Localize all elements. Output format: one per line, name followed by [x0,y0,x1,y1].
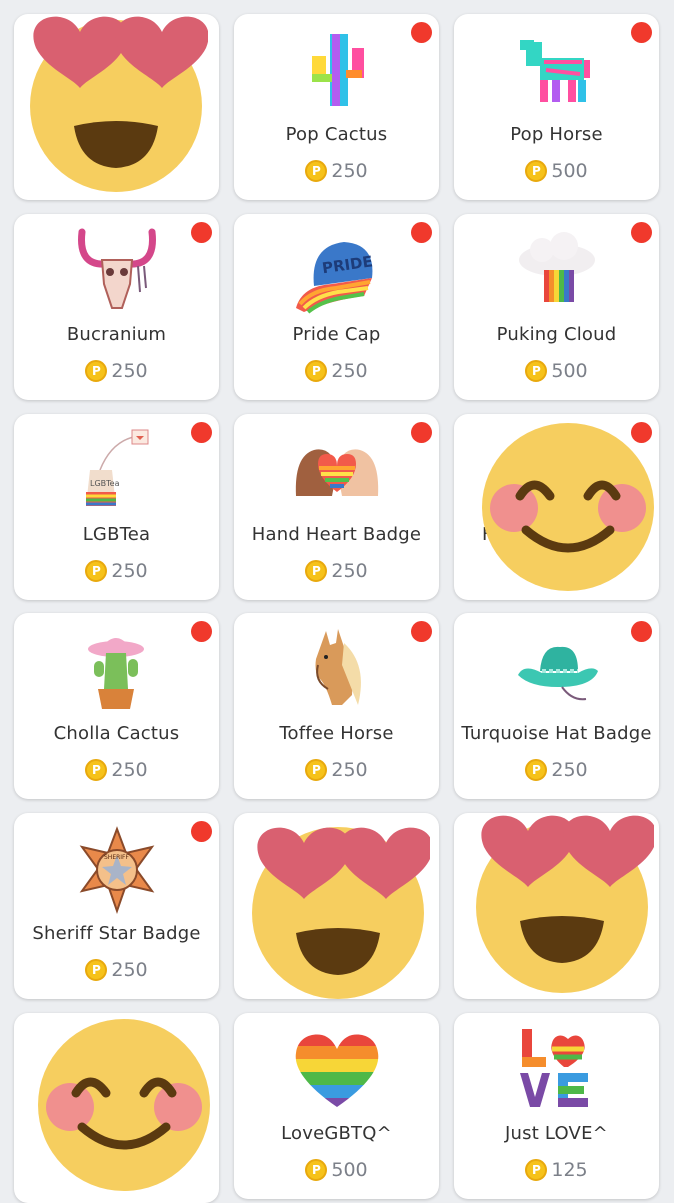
love-letters-icon [512,1025,602,1115]
item-name: Bucranium [66,324,167,345]
item-card-sheriff-star-badge[interactable]: SHERIFF Sheriff Star Badge P 250 [14,813,219,999]
item-name: Puking Cloud [496,324,617,345]
turquoise-hat-icon [512,625,602,715]
item-name: Toffee Horse [279,723,394,744]
item-price: P 250 [234,160,439,182]
toffee-horse-icon [292,625,382,715]
coin-icon: P [305,1159,328,1181]
item-price: P 250 [454,759,659,781]
new-badge [191,621,212,642]
item-card-toffee-horse[interactable]: Toffee Horse P 250 [234,613,439,799]
heart-eyes-emoji-icon [250,821,430,1001]
item-card-cholla-cactus[interactable]: Cholla Cactus P 250 [14,613,219,799]
bucranium-icon [72,226,162,316]
new-badge [411,222,432,243]
coin-icon: P [525,160,548,182]
pride-cap-icon: PRIDE [292,226,382,316]
item-card-just-love[interactable]: Just LOVE^ P 125 [454,1013,659,1199]
item-price: P 250 [234,360,439,382]
item-card[interactable] [234,813,439,999]
item-name: Just LOVE^ [505,1123,608,1144]
item-card[interactable] [14,1013,219,1203]
coin-icon: P [305,560,328,582]
coin-icon: P [85,759,108,781]
sheriff-star-icon: SHERIFF [72,825,162,915]
smiling-blush-emoji-icon [38,1017,214,1193]
coin-icon: P [525,1159,548,1181]
item-card-lovegbtq[interactable]: LoveGBTQ^ P 500 [234,1013,439,1199]
heart-eyes-emoji-icon [28,16,208,196]
item-name: Sheriff Star Badge [32,923,201,944]
coin-icon: P [85,560,108,582]
item-card-bucranium[interactable]: Bucranium P 250 [14,214,219,400]
new-badge [191,222,212,243]
item-card-pop-horse[interactable]: Pop Horse P 500 [454,14,659,200]
item-name: LoveGBTQ^ [281,1123,392,1144]
coin-icon: P [85,959,108,981]
new-badge [191,821,212,842]
item-price: P 250 [234,560,439,582]
item-name: Pride Cap [292,324,381,345]
item-card[interactable] [454,813,659,999]
coin-icon: P [305,759,328,781]
cholla-cactus-icon [72,625,162,715]
item-name: Cholla Cactus [53,723,180,744]
new-badge [631,22,652,43]
coin-icon: P [85,360,108,382]
item-card-pop-cactus[interactable]: Pop Cactus P 250 [234,14,439,200]
rainbow-heart-icon [292,1025,382,1115]
item-name: Pop Cactus [285,124,388,145]
lgbtea-icon: LGBTea [72,426,162,516]
heart-eyes-emoji-icon [474,815,654,995]
smiling-blush-emoji-icon [482,422,658,592]
item-price: P 125 [454,1159,659,1181]
coin-icon: P [525,759,548,781]
item-price: P 500 [454,160,659,182]
item-price: P 500 [454,360,659,382]
item-card-puking-cloud[interactable]: Puking Cloud P 500 [454,214,659,400]
item-price: P 250 [234,759,439,781]
item-price: P 250 [14,959,219,981]
item-card-hand-heart-badge[interactable]: Hand Heart Badge P 250 [234,414,439,600]
item-name: Turquoise Hat Badge [461,723,652,744]
new-badge [411,422,432,443]
item-card-turquoise-hat-badge[interactable]: Turquoise Hat Badge P 250 [454,613,659,799]
item-price: P 250 [14,759,219,781]
coin-icon: P [305,360,328,382]
item-name: Pop Horse [510,124,603,145]
coin-icon: P [525,360,548,382]
item-price: P 500 [234,1159,439,1181]
new-badge [411,621,432,642]
svg-text:LGBTea: LGBTea [90,479,120,488]
item-card[interactable] [14,14,219,200]
puking-cloud-icon [512,226,602,316]
pop-cactus-icon [292,26,382,116]
new-badge [631,222,652,243]
new-badge [411,22,432,43]
svg-text:SHERIFF: SHERIFF [104,854,130,861]
item-card-pride-cap[interactable]: PRIDE Pride Cap P 250 [234,214,439,400]
item-price: P 250 [14,360,219,382]
item-name: Hand Heart Badge [251,524,422,545]
item-price: P 250 [14,560,219,582]
item-card-lgbtea[interactable]: LGBTea LGBTea P 250 [14,414,219,600]
new-badge [631,621,652,642]
item-name: LGBTea [82,524,151,545]
coin-icon: P [305,160,328,182]
hand-heart-icon [292,426,382,516]
pop-horse-icon [512,26,602,116]
new-badge [191,422,212,443]
